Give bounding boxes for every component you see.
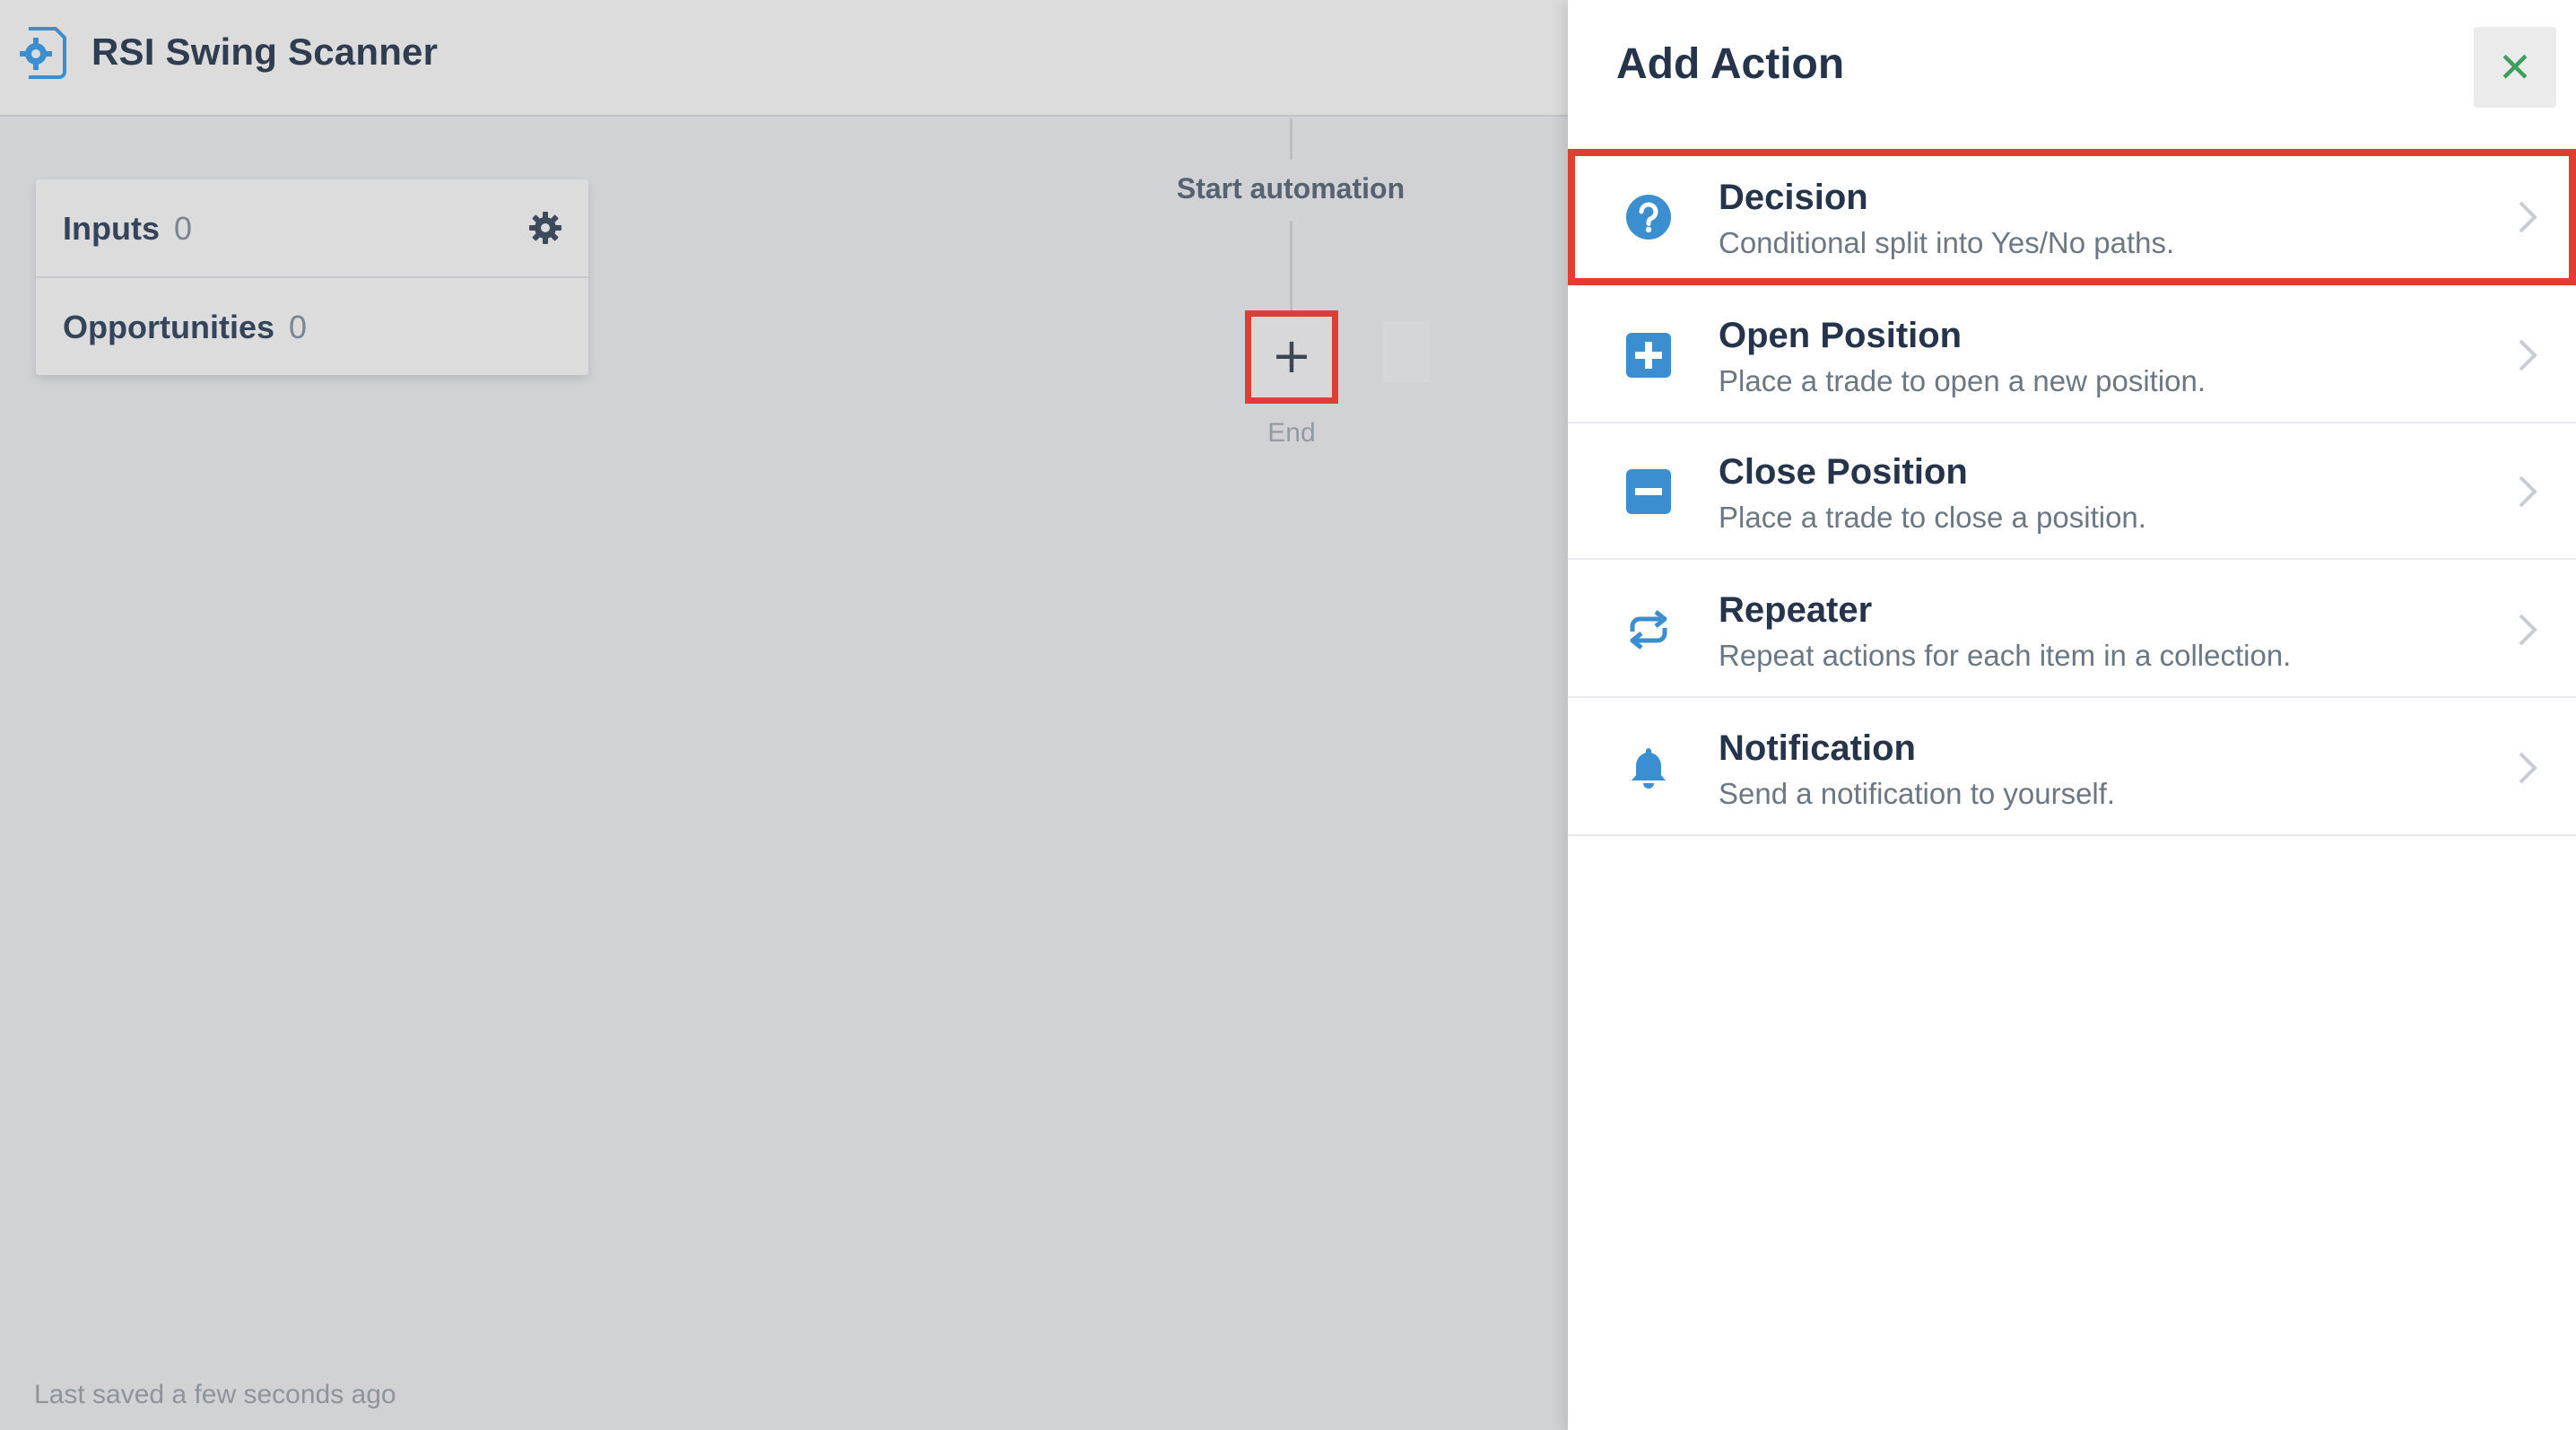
flow-connector: [1290, 118, 1292, 160]
action-title: Notification: [1719, 728, 1916, 768]
app-title: RSI Swing Scanner: [91, 31, 439, 73]
save-status: Last saved a few seconds ago: [34, 1380, 396, 1409]
flow-connector: [1290, 221, 1292, 314]
inputs-label-group: Inputs 0: [63, 210, 192, 248]
opportunities-label-group: Opportunities 0: [63, 309, 307, 346]
start-automation-label: Start automation: [1176, 172, 1405, 205]
action-open-position[interactable]: Open Position Place a trade to open a ne…: [1568, 287, 2576, 423]
opportunities-count: 0: [289, 309, 308, 345]
opportunities-row[interactable]: Opportunities 0: [36, 278, 588, 375]
chevron-right-icon: [2519, 201, 2537, 233]
plus-icon: +: [1271, 327, 1312, 384]
opportunities-label: Opportunities: [63, 309, 274, 345]
chevron-right-icon: [2519, 339, 2537, 371]
chevron-right-icon: [2519, 475, 2537, 508]
action-title: Open Position: [1719, 316, 1962, 355]
add-step-button[interactable]: +: [1245, 310, 1338, 404]
minus-square-icon: [1626, 469, 1671, 514]
inputs-count: 0: [173, 210, 193, 247]
settings-gear-icon[interactable]: [527, 210, 563, 246]
automation-gear-icon: [20, 27, 66, 79]
action-title: Close Position: [1719, 452, 1968, 492]
close-button[interactable]: ✕: [2474, 27, 2556, 108]
action-description: Send a notification to yourself.: [1719, 777, 2116, 810]
action-close-position[interactable]: Close Position Place a trade to close a …: [1568, 423, 2576, 560]
chevron-right-icon: [2519, 614, 2537, 646]
chevron-right-icon: [2519, 752, 2537, 784]
inputs-row[interactable]: Inputs 0: [36, 179, 588, 278]
action-decision[interactable]: Decision Conditional split into Yes/No p…: [1568, 149, 2576, 285]
top-bar: RSI Swing Scanner: [0, 0, 1568, 117]
automation-canvas: RSI Swing Scanner Inputs 0 Opportunities…: [0, 0, 1568, 1430]
inputs-label: Inputs: [63, 210, 160, 247]
action-description: Conditional split into Yes/No paths.: [1719, 226, 2175, 259]
action-title: Decision: [1719, 178, 1868, 217]
bell-icon: [1632, 748, 1666, 789]
plus-square-icon: [1626, 333, 1671, 378]
end-label: End: [1267, 418, 1316, 448]
inputs-card: Inputs 0 Opportunities 0: [36, 179, 588, 375]
panel-title: Add Action: [1616, 40, 1845, 88]
action-notification[interactable]: Notification Send a notification to your…: [1568, 700, 2576, 836]
action-repeater[interactable]: Repeater Repeat actions for each item in…: [1568, 562, 2576, 698]
action-description: Place a trade to open a new position.: [1719, 364, 2206, 397]
flow-placeholder: [1383, 321, 1430, 382]
action-title: Repeater: [1719, 590, 1873, 630]
action-description: Repeat actions for each item in a collec…: [1719, 639, 2292, 672]
close-icon: ✕: [2497, 44, 2533, 91]
question-circle-icon: [1626, 195, 1671, 240]
add-action-panel: Add Action ✕ Decision Conditional split …: [1568, 0, 2576, 1430]
repeat-arrows-icon: [1630, 610, 1667, 650]
action-description: Place a trade to close a position.: [1719, 501, 2146, 534]
